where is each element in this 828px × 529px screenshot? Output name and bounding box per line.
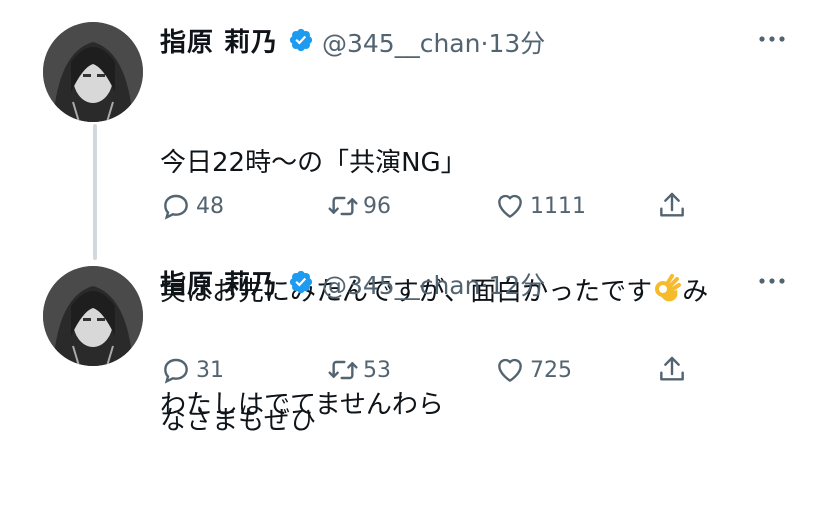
retweet-icon <box>328 196 358 216</box>
reply-icon <box>164 358 188 384</box>
share-icon <box>660 356 684 381</box>
reply-icon <box>164 194 188 220</box>
heart-icon <box>498 358 522 382</box>
reply-button[interactable]: 31 <box>160 354 224 386</box>
share-button[interactable] <box>656 190 688 222</box>
tweet-text-line: わたしはでてませんわら <box>160 390 444 420</box>
verified-badge-icon <box>289 270 313 294</box>
like-button[interactable]: 725 <box>494 354 572 386</box>
tweet-text: わたしはでてませんわら <box>160 298 800 513</box>
display-name[interactable]: 指原 莉乃 <box>160 264 278 301</box>
user-handle[interactable]: @345__chan <box>322 29 480 58</box>
avatar-image <box>43 22 143 122</box>
more-dots-icon[interactable] <box>757 271 787 291</box>
avatar[interactable] <box>43 22 143 122</box>
more-dots-icon[interactable] <box>757 29 787 49</box>
tweet-2[interactable]: 指原 莉乃 @345__chan·12分 わたしはでてませんわら 31 53 7… <box>0 250 828 420</box>
share-icon <box>660 192 684 217</box>
retweet-icon <box>328 360 358 380</box>
retweet-button[interactable]: 53 <box>327 354 391 386</box>
tweet-text-line: 今日22時〜の「共演NG」 <box>160 148 467 178</box>
like-button[interactable]: 1111 <box>494 190 586 222</box>
avatar[interactable] <box>43 266 143 366</box>
display-name[interactable]: 指原 莉乃 <box>160 22 278 59</box>
avatar-image <box>43 266 143 366</box>
share-button[interactable] <box>656 354 688 386</box>
timestamp[interactable]: 13分 <box>488 29 545 58</box>
reply-count: 48 <box>196 193 224 219</box>
retweet-count: 96 <box>363 193 391 219</box>
timestamp[interactable]: 12分 <box>488 271 545 300</box>
reply-count: 31 <box>196 357 224 383</box>
retweet-count: 53 <box>363 357 391 383</box>
user-handle[interactable]: @345__chan <box>322 271 480 300</box>
heart-icon <box>498 194 522 218</box>
like-count: 725 <box>530 357 572 383</box>
verified-badge-icon <box>289 28 313 52</box>
tweet-1[interactable]: 指原 莉乃 @345__chan·13分 今日22時〜の「共演NG」 実はお先に… <box>0 0 828 436</box>
reply-button[interactable]: 48 <box>160 190 224 222</box>
retweet-button[interactable]: 96 <box>327 190 391 222</box>
like-count: 1111 <box>530 193 586 219</box>
